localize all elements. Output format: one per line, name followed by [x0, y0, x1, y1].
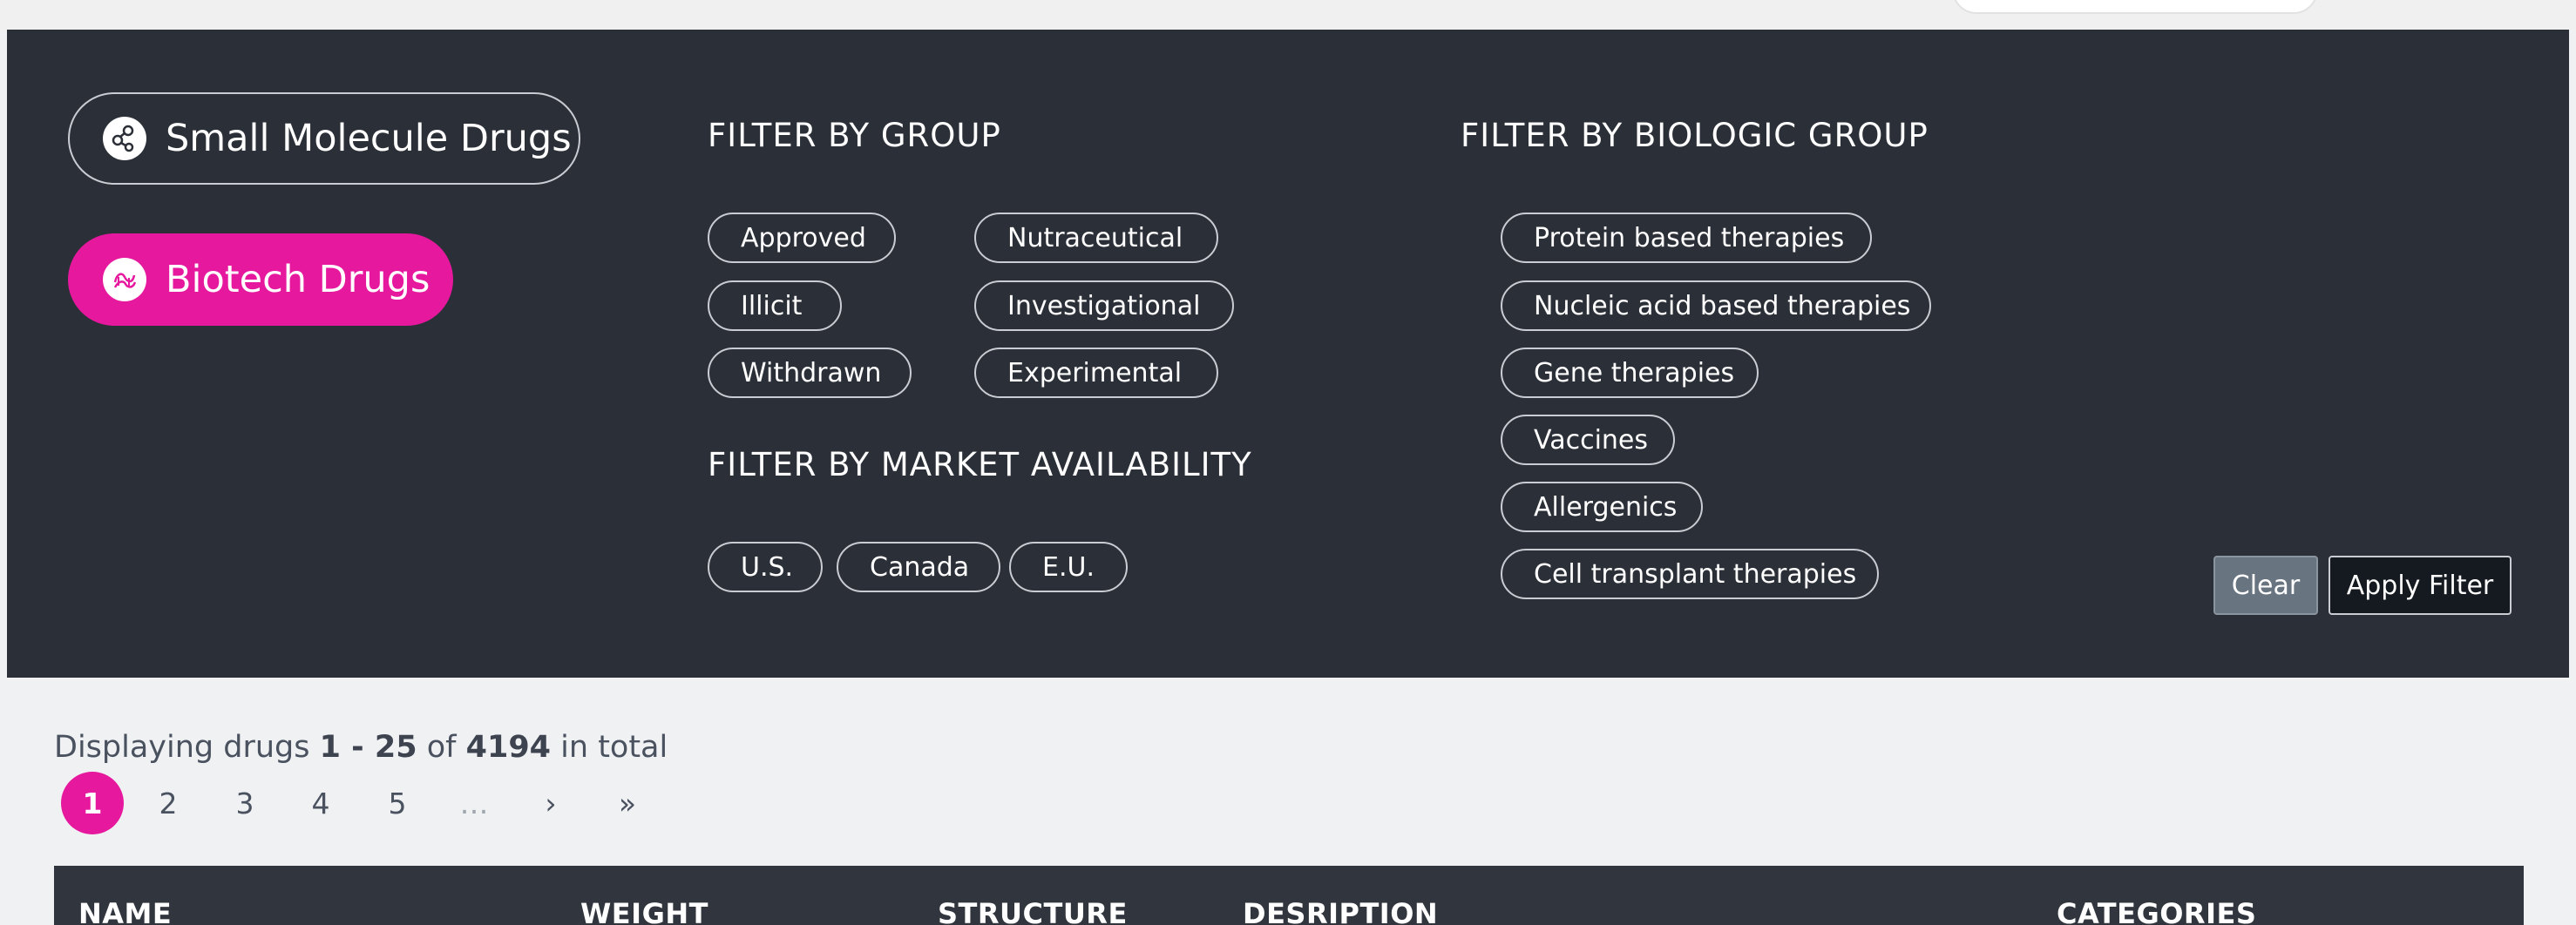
small-molecule-drugs-label: Small Molecule Drugs: [166, 117, 572, 160]
filter-by-biologic-title: FILTER BY BIOLOGIC GROUP: [1461, 117, 1929, 154]
results-range: 1 - 25: [319, 730, 417, 765]
header-structure: STRUCTURE: [938, 897, 1128, 925]
molecule-icon: [103, 117, 146, 160]
page-3[interactable]: 3: [214, 772, 276, 834]
clear-button[interactable]: Clear: [2213, 556, 2318, 615]
results-of: of: [417, 730, 466, 765]
chip-experimental[interactable]: Experimental: [974, 348, 1218, 398]
chip-protein-based[interactable]: Protein based therapies: [1501, 213, 1872, 263]
apply-filter-button[interactable]: Apply Filter: [2329, 556, 2512, 615]
chip-approved[interactable]: Approved: [708, 213, 896, 263]
last-page-button[interactable]: »: [596, 772, 659, 834]
header-categories: CATEGORIES: [2057, 897, 2257, 925]
chip-illicit[interactable]: Illicit: [708, 280, 842, 331]
next-page-button[interactable]: ›: [519, 772, 582, 834]
top-strip: [0, 0, 2576, 30]
biotech-drugs-button[interactable]: Biotech Drugs: [68, 233, 453, 326]
page-5[interactable]: 5: [366, 772, 429, 834]
filter-by-market-title: FILTER BY MARKET AVAILABILITY: [708, 446, 1252, 483]
chip-canada[interactable]: Canada: [837, 542, 1000, 592]
results-count: Displaying drugs 1 - 25 of 4194 in total: [54, 730, 668, 765]
results-prefix: Displaying drugs: [54, 730, 320, 765]
chip-cell-transplant[interactable]: Cell transplant therapies: [1501, 549, 1879, 599]
biotech-drugs-label: Biotech Drugs: [166, 258, 430, 301]
results-total: 4194: [465, 730, 552, 765]
biotech-icon: [103, 258, 146, 301]
results-suffix: in total: [551, 730, 668, 765]
header-weight[interactable]: WEIGHT: [580, 897, 708, 925]
page-2[interactable]: 2: [137, 772, 200, 834]
chip-us[interactable]: U.S.: [708, 542, 823, 592]
chip-vaccines[interactable]: Vaccines: [1501, 415, 1675, 465]
small-molecule-drugs-button[interactable]: Small Molecule Drugs: [68, 92, 580, 185]
table-header: NAME WEIGHT STRUCTURE DESRIPTION CATEGOR…: [54, 866, 2524, 925]
page-ellipsis: …: [459, 786, 489, 820]
filter-panel: Small Molecule Drugs Biotech Drugs FILTE…: [7, 30, 2569, 678]
chip-gene-therapies[interactable]: Gene therapies: [1501, 348, 1759, 398]
page-1[interactable]: 1: [61, 772, 124, 834]
chip-eu[interactable]: E.U.: [1009, 542, 1128, 592]
header-description: DESRIPTION: [1243, 897, 1439, 925]
chip-withdrawn[interactable]: Withdrawn: [708, 348, 912, 398]
search-input[interactable]: [1952, 0, 2318, 14]
chip-nucleic-acid-based[interactable]: Nucleic acid based therapies: [1501, 280, 1931, 331]
chip-allergenics[interactable]: Allergenics: [1501, 482, 1703, 532]
page-4[interactable]: 4: [289, 772, 352, 834]
chip-nutraceutical[interactable]: Nutraceutical: [974, 213, 1218, 263]
chip-investigational[interactable]: Investigational: [974, 280, 1234, 331]
header-name[interactable]: NAME: [78, 897, 172, 925]
filter-by-group-title: FILTER BY GROUP: [708, 117, 1001, 154]
